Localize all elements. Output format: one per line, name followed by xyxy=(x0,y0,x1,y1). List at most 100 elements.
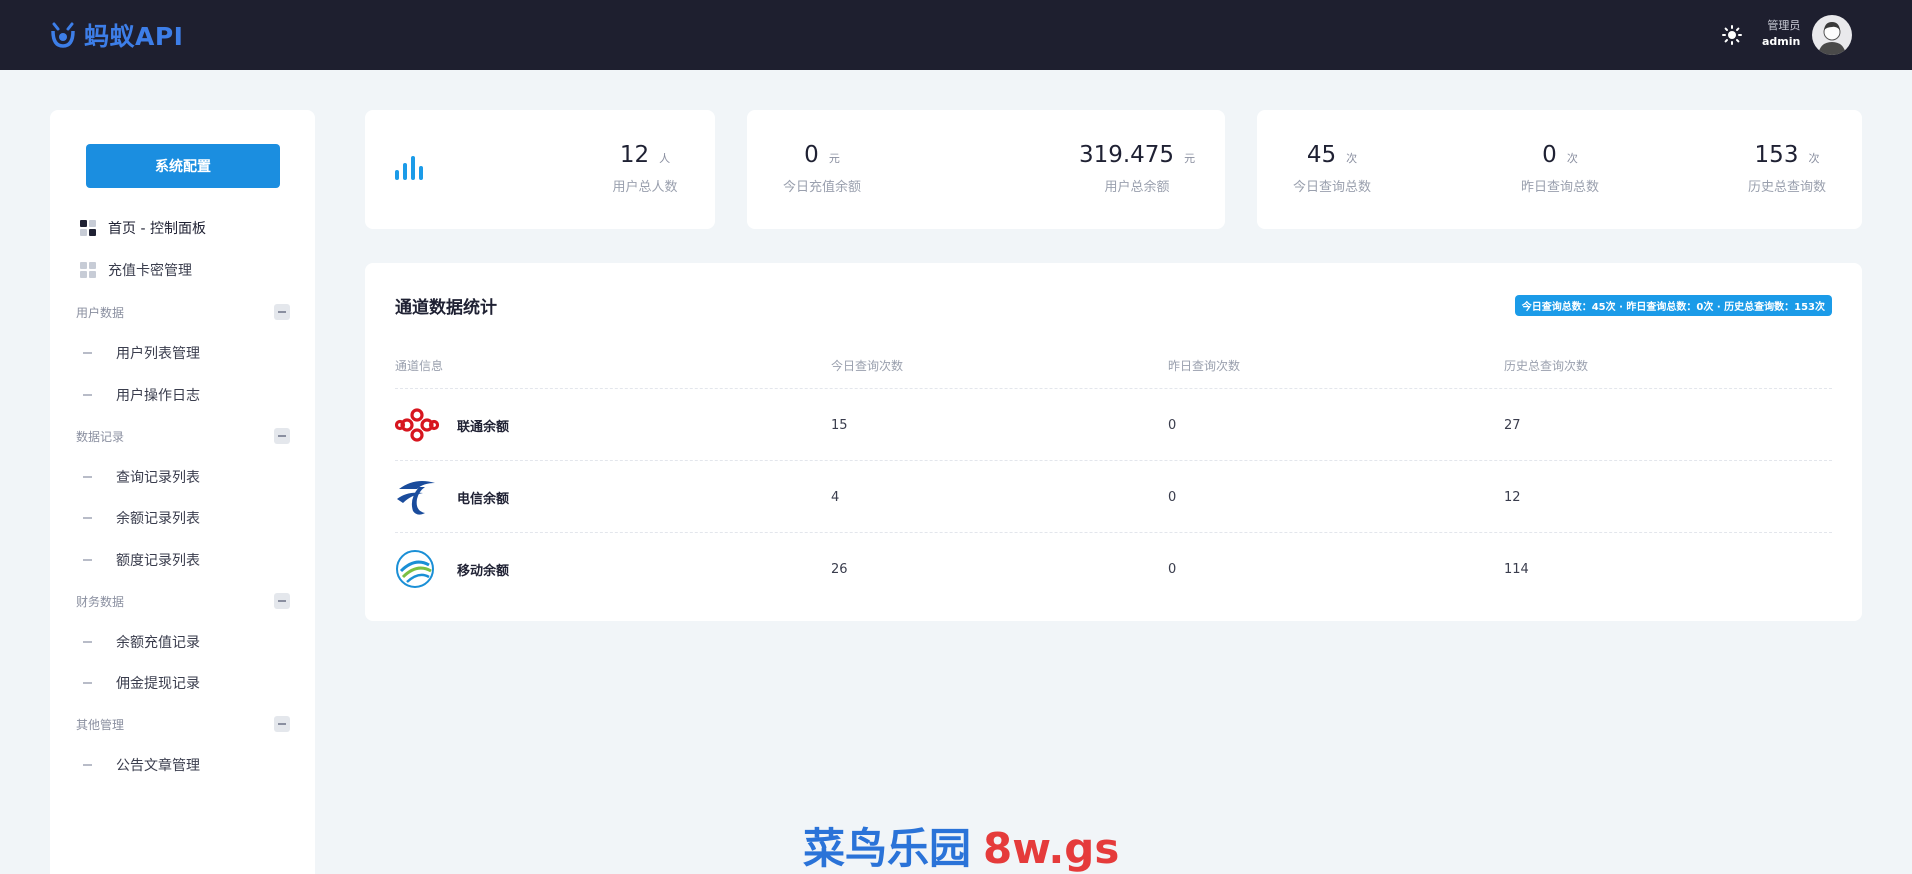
sidebar-item-user-logs[interactable]: 用户操作日志 xyxy=(50,380,315,410)
stat-unit: 元 xyxy=(828,152,840,165)
table-row: 移动余额 26 0 114 xyxy=(395,532,1832,604)
sidebar-item-quota-records[interactable]: 额度记录列表 xyxy=(50,545,315,575)
stat-label: 今日查询总数 xyxy=(1292,180,1371,195)
watermark-text-a: 菜鸟乐园 xyxy=(803,824,972,873)
sidebar-item-label: 用户操作日志 xyxy=(116,388,200,404)
collapse-icon[interactable] xyxy=(274,593,290,609)
channel-stats-title: 通道数据统计 xyxy=(395,298,497,318)
stat-value: 45 xyxy=(1306,142,1337,168)
column-header-channel: 通道信息 xyxy=(395,359,444,373)
history-count: 27 xyxy=(1504,417,1521,433)
users-stat-card: 12 人 用户总人数 xyxy=(365,110,715,229)
china-telecom-logo-icon xyxy=(397,481,435,515)
stat-history-queries: 153 次 历史总查询数 xyxy=(1732,142,1842,195)
sun-icon xyxy=(1722,25,1742,45)
column-header-today: 今日查询次数 xyxy=(831,359,904,373)
stat-unit: 人 xyxy=(659,152,671,165)
sidebar-group-other[interactable]: 其他管理 xyxy=(76,712,290,736)
watermark: 菜鸟乐园 8w.gs xyxy=(803,815,1119,874)
sidebar-group-user-data[interactable]: 用户数据 xyxy=(76,300,290,324)
user-name: admin xyxy=(1762,35,1801,48)
collapse-icon[interactable] xyxy=(274,716,290,732)
stat-value: 0 xyxy=(1542,142,1557,168)
sidebar-item-label: 公告文章管理 xyxy=(116,758,200,774)
ant-logo-icon xyxy=(51,22,75,48)
grid-icon xyxy=(80,262,96,278)
dash-icon xyxy=(83,559,92,561)
bar-chart-icon xyxy=(395,156,423,180)
column-header-history: 历史总查询次数 xyxy=(1504,359,1589,373)
sidebar-item-user-list[interactable]: 用户列表管理 xyxy=(50,338,315,368)
sidebar-item-query-records[interactable]: 查询记录列表 xyxy=(50,462,315,492)
stat-unit: 次 xyxy=(1346,152,1358,165)
channel-stats-card: 通道数据统计 今日查询总数：45次 · 昨日查询总数：0次 · 历史总查询数：1… xyxy=(365,263,1862,621)
table-row: 电信余额 4 0 12 xyxy=(395,460,1832,532)
sidebar-item-label: 额度记录列表 xyxy=(116,553,200,569)
column-header-yesterday: 昨日查询次数 xyxy=(1168,359,1241,373)
user-avatar-icon xyxy=(1818,22,1846,55)
channel-name: 电信余额 xyxy=(457,491,510,507)
stat-label: 用户总余额 xyxy=(1104,180,1170,195)
stat-label: 用户总人数 xyxy=(612,180,678,195)
sidebar-item-label: 充值卡密管理 xyxy=(108,263,192,279)
dash-icon xyxy=(83,682,92,684)
query-stat-card: 45 次 今日查询总数 0次 昨日查询总数 153 次 历史总查询数 xyxy=(1257,110,1862,229)
stat-value: 319.475 xyxy=(1078,142,1175,168)
sidebar: 系统配置 首页 - 控制面板 充值卡密管理 用户数据 用户列表管理 用户操作日志… xyxy=(50,110,315,874)
stat-value: 0 xyxy=(804,142,819,168)
dash-icon xyxy=(83,764,92,766)
user-role: 管理员 xyxy=(1767,19,1801,32)
today-count: 26 xyxy=(831,561,848,577)
china-unicom-logo-icon xyxy=(395,408,439,442)
dash-icon xyxy=(83,394,92,396)
stat-value: 12 xyxy=(619,142,650,168)
sidebar-item-recharge-records[interactable]: 余额充值记录 xyxy=(50,627,315,657)
stat-unit: 元 xyxy=(1184,152,1196,165)
dashboard-grid-icon xyxy=(80,220,96,236)
yesterday-count: 0 xyxy=(1168,561,1177,577)
balance-stat-card: 0元 今日充值余额 319.475 元 用户总余额 xyxy=(747,110,1225,229)
stat-label: 今日充值余额 xyxy=(782,180,861,195)
stat-unit: 次 xyxy=(1808,152,1820,165)
sidebar-item-label: 佣金提现记录 xyxy=(116,676,200,692)
sidebar-group-title: 其他管理 xyxy=(76,717,125,732)
dash-icon xyxy=(83,352,92,354)
sidebar-group-title: 用户数据 xyxy=(76,305,125,320)
today-count: 4 xyxy=(831,489,840,505)
dash-icon xyxy=(83,641,92,643)
sidebar-group-data-records[interactable]: 数据记录 xyxy=(76,424,290,448)
stat-unit: 次 xyxy=(1566,152,1578,165)
sidebar-item-label: 首页 - 控制面板 xyxy=(108,221,206,237)
history-count: 114 xyxy=(1504,561,1529,577)
sidebar-item-dashboard[interactable]: 首页 - 控制面板 xyxy=(50,213,315,243)
sidebar-item-label: 余额充值记录 xyxy=(116,635,200,651)
history-count: 12 xyxy=(1504,489,1521,505)
logo-text: 蚂蚁API xyxy=(84,22,184,51)
collapse-icon[interactable] xyxy=(274,304,290,320)
collapse-icon[interactable] xyxy=(274,428,290,444)
channel-name: 联通余额 xyxy=(457,419,510,435)
system-config-button[interactable]: 系统配置 xyxy=(86,144,280,188)
today-count: 15 xyxy=(831,417,848,433)
user-info[interactable]: 管理员 admin xyxy=(1762,18,1800,50)
sidebar-group-title: 数据记录 xyxy=(76,429,125,444)
dash-icon xyxy=(83,476,92,478)
sidebar-group-finance[interactable]: 财务数据 xyxy=(76,589,290,613)
query-summary-badge: 今日查询总数：45次 · 昨日查询总数：0次 · 历史总查询数：153次 xyxy=(1514,295,1832,316)
top-bar: 蚂蚁API 管理员 admin xyxy=(0,0,1912,70)
avatar[interactable] xyxy=(1812,15,1852,55)
theme-toggle-button[interactable] xyxy=(1719,22,1745,48)
sidebar-item-label: 查询记录列表 xyxy=(116,470,200,486)
sidebar-item-withdraw-records[interactable]: 佣金提现记录 xyxy=(50,668,315,698)
stat-users-total: 12 人 用户总人数 xyxy=(595,142,695,195)
logo[interactable]: 蚂蚁API xyxy=(48,18,183,52)
dash-icon xyxy=(83,517,92,519)
stat-today-queries: 45 次 今日查询总数 xyxy=(1277,142,1387,195)
sidebar-item-label: 余额记录列表 xyxy=(116,511,200,527)
stat-yesterday-queries: 0次 昨日查询总数 xyxy=(1505,142,1615,195)
sidebar-item-announcements[interactable]: 公告文章管理 xyxy=(50,750,315,780)
table-row: 联通余额 15 0 27 xyxy=(395,388,1832,460)
sidebar-item-balance-records[interactable]: 余额记录列表 xyxy=(50,503,315,533)
sidebar-item-recharge-cards[interactable]: 充值卡密管理 xyxy=(50,255,315,285)
sidebar-group-title: 财务数据 xyxy=(76,594,125,609)
